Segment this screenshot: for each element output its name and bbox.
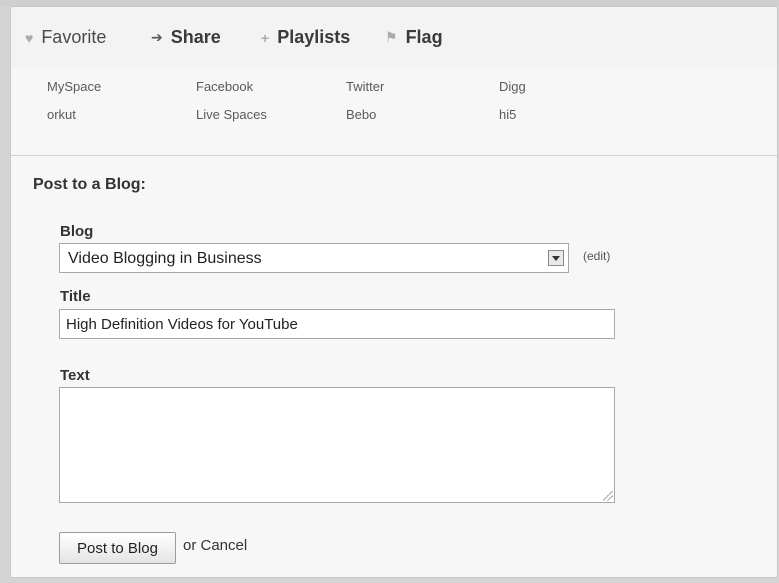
- share-arrow-icon: ➔: [151, 29, 163, 45]
- heart-icon: ♥: [25, 29, 34, 46]
- share-links: MySpace Facebook Twitter Digg orkut Live…: [11, 67, 777, 156]
- action-tabs: ♥ Favorite ➔ Share + Playlists ⚑ Flag: [11, 7, 777, 67]
- tab-share[interactable]: ➔ Share: [151, 27, 221, 48]
- share-link-hi5[interactable]: hi5: [499, 107, 516, 122]
- resize-grip-icon[interactable]: [603, 491, 613, 501]
- chevron-down-icon[interactable]: [548, 250, 564, 266]
- blog-select[interactable]: Video Blogging in Business: [59, 243, 569, 273]
- post-to-blog-button[interactable]: Post to Blog: [59, 532, 176, 564]
- share-panel: ♥ Favorite ➔ Share + Playlists ⚑ Flag My…: [10, 6, 778, 578]
- edit-blog-link[interactable]: (edit): [583, 249, 610, 263]
- blog-select-value: Video Blogging in Business: [68, 250, 262, 267]
- tab-flag[interactable]: ⚑ Flag: [385, 27, 443, 48]
- share-link-facebook[interactable]: Facebook: [196, 79, 253, 94]
- share-link-orkut[interactable]: orkut: [47, 107, 76, 122]
- tab-favorite[interactable]: ♥ Favorite: [25, 27, 106, 48]
- tab-playlists-label: Playlists: [277, 27, 351, 47]
- share-link-digg[interactable]: Digg: [499, 79, 526, 94]
- share-link-live-spaces[interactable]: Live Spaces: [196, 107, 267, 122]
- title-label: Title: [60, 288, 91, 305]
- text-label: Text: [60, 367, 90, 384]
- tab-flag-label: Flag: [405, 27, 443, 47]
- tab-share-label: Share: [170, 27, 221, 47]
- text-input[interactable]: [59, 387, 615, 503]
- tab-playlists[interactable]: + Playlists: [261, 27, 350, 48]
- flag-icon: ⚑: [385, 29, 398, 45]
- blog-label: Blog: [60, 223, 94, 240]
- cancel-link[interactable]: or Cancel: [183, 537, 247, 554]
- plus-icon: +: [261, 29, 270, 46]
- share-link-myspace[interactable]: MySpace: [47, 79, 101, 94]
- tab-favorite-label: Favorite: [41, 27, 107, 47]
- post-to-blog-heading: Post to a Blog:: [33, 176, 146, 193]
- title-input[interactable]: [59, 309, 615, 339]
- share-link-twitter[interactable]: Twitter: [346, 79, 384, 94]
- share-link-bebo[interactable]: Bebo: [346, 107, 376, 122]
